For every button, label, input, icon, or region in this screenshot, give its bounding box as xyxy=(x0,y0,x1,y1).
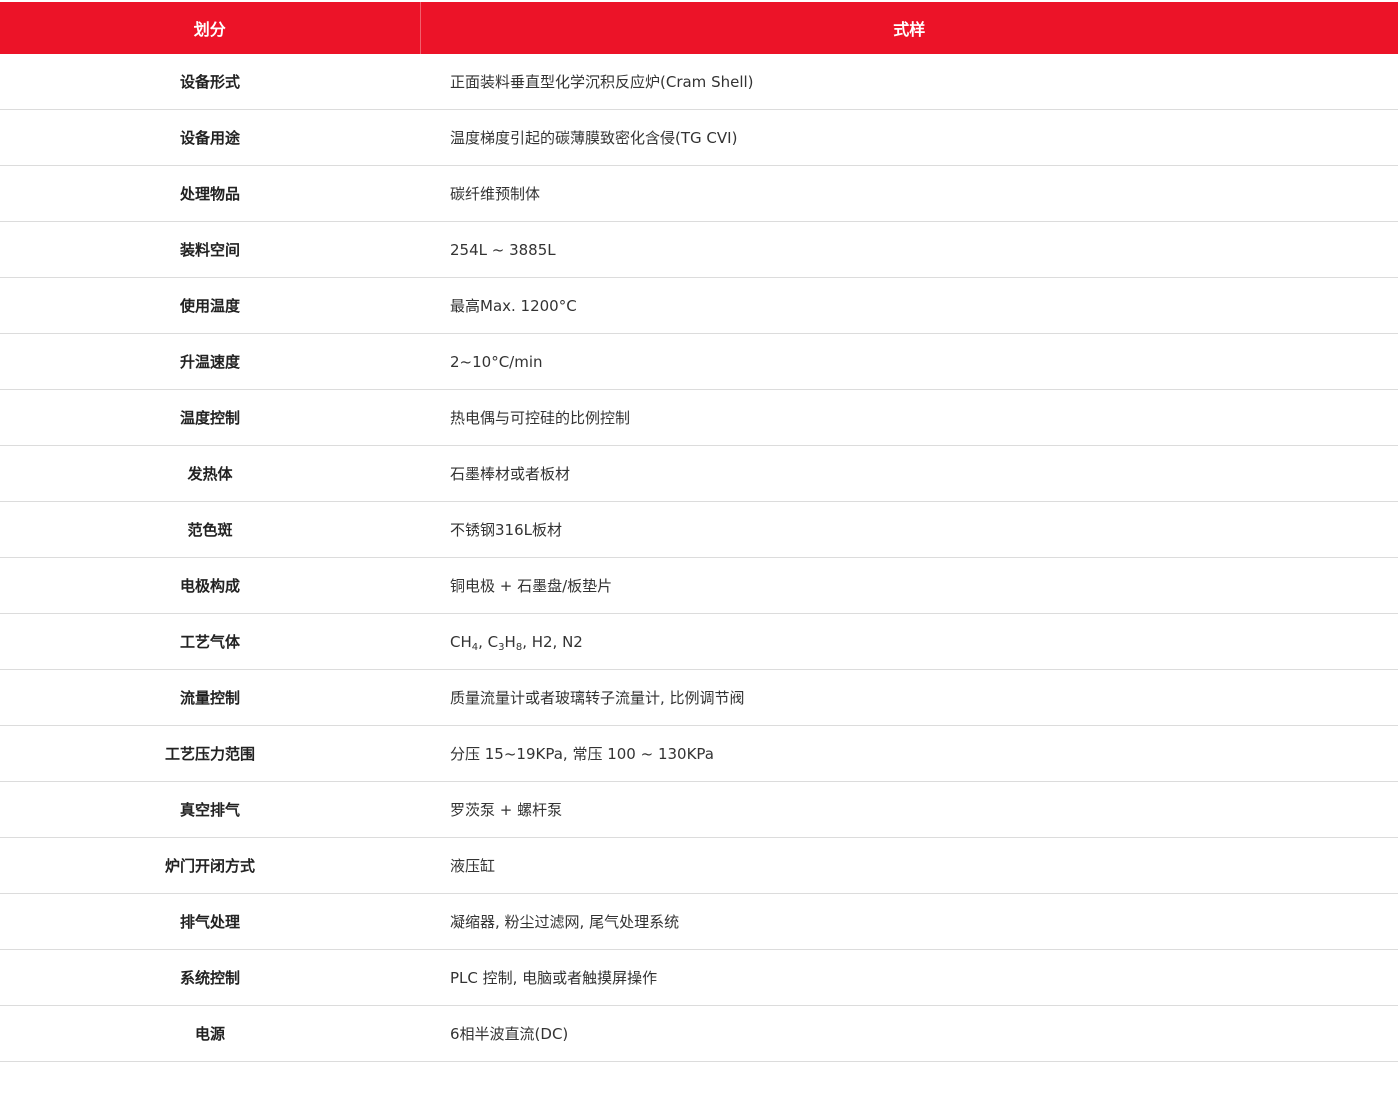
row-label: 真空排气 xyxy=(0,781,420,838)
row-label: 升温速度 xyxy=(0,333,420,390)
row-label: 系统控制 xyxy=(0,949,420,1006)
formula-h: H xyxy=(504,632,516,651)
row-label: 温度控制 xyxy=(0,389,420,446)
row-label: 工艺压力范围 xyxy=(0,725,420,782)
row-label: 电源 xyxy=(0,1005,420,1062)
row-label: 设备形式 xyxy=(0,54,420,110)
row-label: 炉门开闭方式 xyxy=(0,837,420,894)
row-label: 装料空间 xyxy=(0,221,420,278)
row-value: 凝缩器, 粉尘过滤网, 尾气处理系统 xyxy=(420,893,1398,950)
table-row: 设备用途 温度梯度引起的碳薄膜致密化含侵(TG CVI) xyxy=(0,109,1398,166)
table-row: 设备形式 正面装料垂直型化学沉积反应炉(Cram Shell) xyxy=(0,54,1398,110)
formula-rest: , H2, N2 xyxy=(522,632,583,651)
formula-sep: , C xyxy=(478,632,499,651)
table-row: 范色斑 不锈钢316L板材 xyxy=(0,501,1398,558)
spec-table: 划分 式样 设备形式 正面装料垂直型化学沉积反应炉(Cram Shell) 设备… xyxy=(0,2,1398,1062)
table-row: 排气处理 凝缩器, 粉尘过滤网, 尾气处理系统 xyxy=(0,893,1398,950)
row-value: 254L ~ 3885L xyxy=(420,221,1398,278)
table-row: 处理物品 碳纤维预制体 xyxy=(0,165,1398,222)
formula-ch: CH xyxy=(450,632,472,651)
header-category: 划分 xyxy=(0,2,421,54)
table-header: 划分 式样 xyxy=(0,2,1398,54)
row-value: 分压 15~19KPa, 常压 100 ~ 130KPa xyxy=(420,725,1398,782)
row-label: 发热体 xyxy=(0,445,420,502)
row-value: 石墨棒材或者板材 xyxy=(420,445,1398,502)
table-row: 装料空间 254L ~ 3885L xyxy=(0,221,1398,278)
row-value: 温度梯度引起的碳薄膜致密化含侵(TG CVI) xyxy=(420,109,1398,166)
row-value: 碳纤维预制体 xyxy=(420,165,1398,222)
row-value: 2~10°C/min xyxy=(420,333,1398,390)
table-row: 电极构成 铜电极 + 石墨盘/板垫片 xyxy=(0,557,1398,614)
table-row: 升温速度 2~10°C/min xyxy=(0,333,1398,390)
row-value: 液压缸 xyxy=(420,837,1398,894)
table-row: 发热体 石墨棒材或者板材 xyxy=(0,445,1398,502)
row-value: PLC 控制, 电脑或者触摸屏操作 xyxy=(420,949,1398,1006)
table-row: 温度控制 热电偶与可控硅的比例控制 xyxy=(0,389,1398,446)
header-row: 划分 式样 xyxy=(0,2,1398,54)
table-row: 流量控制 质量流量计或者玻璃转子流量计, 比例调节阀 xyxy=(0,669,1398,726)
table-body: 设备形式 正面装料垂直型化学沉积反应炉(Cram Shell) 设备用途 温度梯… xyxy=(0,54,1398,1062)
table-row: 工艺压力范围 分压 15~19KPa, 常压 100 ~ 130KPa xyxy=(0,725,1398,782)
row-label: 使用温度 xyxy=(0,277,420,334)
row-value: 质量流量计或者玻璃转子流量计, 比例调节阀 xyxy=(420,669,1398,726)
row-label: 流量控制 xyxy=(0,669,420,726)
row-label: 工艺气体 xyxy=(0,613,420,670)
row-value: 正面装料垂直型化学沉积反应炉(Cram Shell) xyxy=(420,54,1398,110)
table-row: 炉门开闭方式 液压缸 xyxy=(0,837,1398,894)
row-label: 设备用途 xyxy=(0,109,420,166)
table-row: 使用温度 最高Max. 1200°C xyxy=(0,277,1398,334)
table-row: 真空排气 罗茨泵 + 螺杆泵 xyxy=(0,781,1398,838)
row-value: 6相半波直流(DC) xyxy=(420,1005,1398,1062)
row-value: 热电偶与可控硅的比例控制 xyxy=(420,389,1398,446)
row-value: 最高Max. 1200°C xyxy=(420,277,1398,334)
row-value: 铜电极 + 石墨盘/板垫片 xyxy=(420,557,1398,614)
row-value: 罗茨泵 + 螺杆泵 xyxy=(420,781,1398,838)
row-label: 范色斑 xyxy=(0,501,420,558)
row-value-process-gas: CH4, C3H8, H2, N2 xyxy=(420,613,1398,670)
header-specification: 式样 xyxy=(420,2,1398,54)
table-row: 工艺气体 CH4, C3H8, H2, N2 xyxy=(0,613,1398,670)
row-value: 不锈钢316L板材 xyxy=(420,501,1398,558)
row-label: 处理物品 xyxy=(0,165,420,222)
table-row: 电源 6相半波直流(DC) xyxy=(0,1005,1398,1062)
row-label: 电极构成 xyxy=(0,557,420,614)
row-label: 排气处理 xyxy=(0,893,420,950)
table-row: 系统控制 PLC 控制, 电脑或者触摸屏操作 xyxy=(0,949,1398,1006)
